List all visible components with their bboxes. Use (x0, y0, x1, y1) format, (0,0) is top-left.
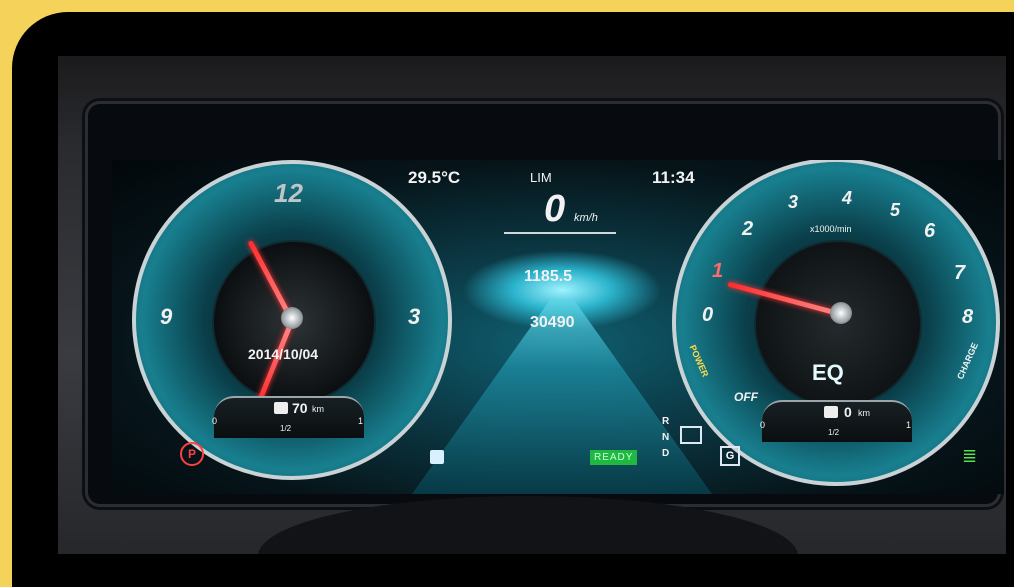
right-range-value: 0 (844, 404, 852, 420)
speed-underline (504, 232, 616, 234)
right-gauge-half: 1/2 (828, 428, 840, 437)
fuel-pump-icon (274, 402, 288, 414)
power-label: POWER (687, 343, 711, 379)
photo-frame: 12 3 9 2014/10/04 0 1 1/2 70 km 0 1 2 3 … (12, 12, 1014, 587)
left-gauge-zero: 0 (212, 416, 218, 426)
left-range-value: 70 (292, 400, 308, 416)
headlight-icon: ≣ (962, 446, 978, 466)
power-dial: 0 1 2 3 4 5 6 7 8 x1000/min POWER CHARGE… (672, 160, 1000, 486)
off-label: OFF (734, 390, 758, 404)
left-gauge-one: 1 (358, 416, 364, 426)
dashboard-photo: 12 3 9 2014/10/04 0 1 1/2 70 km 0 1 2 3 … (58, 56, 1006, 554)
clock-numeral-9: 9 (160, 304, 173, 329)
trip-display: 1185.5 (524, 268, 573, 285)
gear-d: D (662, 448, 670, 459)
rpm-numeral-4: 4 (842, 188, 853, 208)
left-range-gauge: 0 1 1/2 70 km (212, 396, 364, 438)
charge-label: CHARGE (955, 341, 981, 381)
clock-numeral-12: 12 (274, 178, 303, 208)
square-indicator-icon (430, 450, 444, 464)
rpm-numeral-0: 0 (702, 304, 714, 326)
gear-p-icon (680, 426, 702, 444)
limiter-label: LIM (530, 170, 552, 185)
charge-plug-icon (824, 406, 838, 418)
rpm-numeral-6: 6 (924, 220, 936, 242)
rpm-unit-label: x1000/min (810, 224, 852, 234)
gear-mode-box: G (720, 446, 740, 466)
ready-indicator: READY (590, 450, 638, 465)
speed-unit: km/h (574, 212, 598, 224)
left-gauge-half: 1/2 (280, 424, 292, 433)
right-gauge-one: 1 (906, 420, 912, 430)
clock-dial: 12 3 9 2014/10/04 0 1 1/2 70 km (132, 160, 452, 480)
rpm-numeral-1: 1 (712, 260, 724, 282)
rpm-numeral-8: 8 (962, 306, 974, 328)
clock-hub (281, 307, 303, 329)
speed-value: 0 (544, 188, 566, 230)
rpm-numeral-3: 3 (788, 192, 799, 212)
power-hub (830, 302, 852, 324)
rpm-numeral-7: 7 (954, 262, 966, 284)
temperature-display: 29.5°C (408, 168, 461, 187)
rpm-numeral-2: 2 (742, 218, 754, 240)
clock-time-display: 11:34 (652, 168, 695, 187)
instrument-cluster-screen: 12 3 9 2014/10/04 0 1 1/2 70 km 0 1 2 3 … (112, 160, 1004, 494)
clock-numeral-3: 3 (408, 304, 421, 329)
parking-brake-icon: P (180, 442, 204, 466)
steering-wheel (258, 496, 798, 554)
rpm-numeral-5: 5 (890, 200, 901, 220)
left-range-unit: km (312, 404, 324, 414)
right-range-unit: km (858, 408, 870, 418)
odometer-display: 30490 (530, 314, 575, 331)
right-gauge-zero: 0 (760, 420, 766, 430)
eq-logo: EQ (812, 360, 844, 385)
gear-n: N (662, 432, 670, 443)
date-display: 2014/10/04 (248, 346, 319, 362)
right-range-gauge: 0 1 1/2 0 km (760, 400, 912, 442)
gear-r: R (662, 416, 670, 427)
